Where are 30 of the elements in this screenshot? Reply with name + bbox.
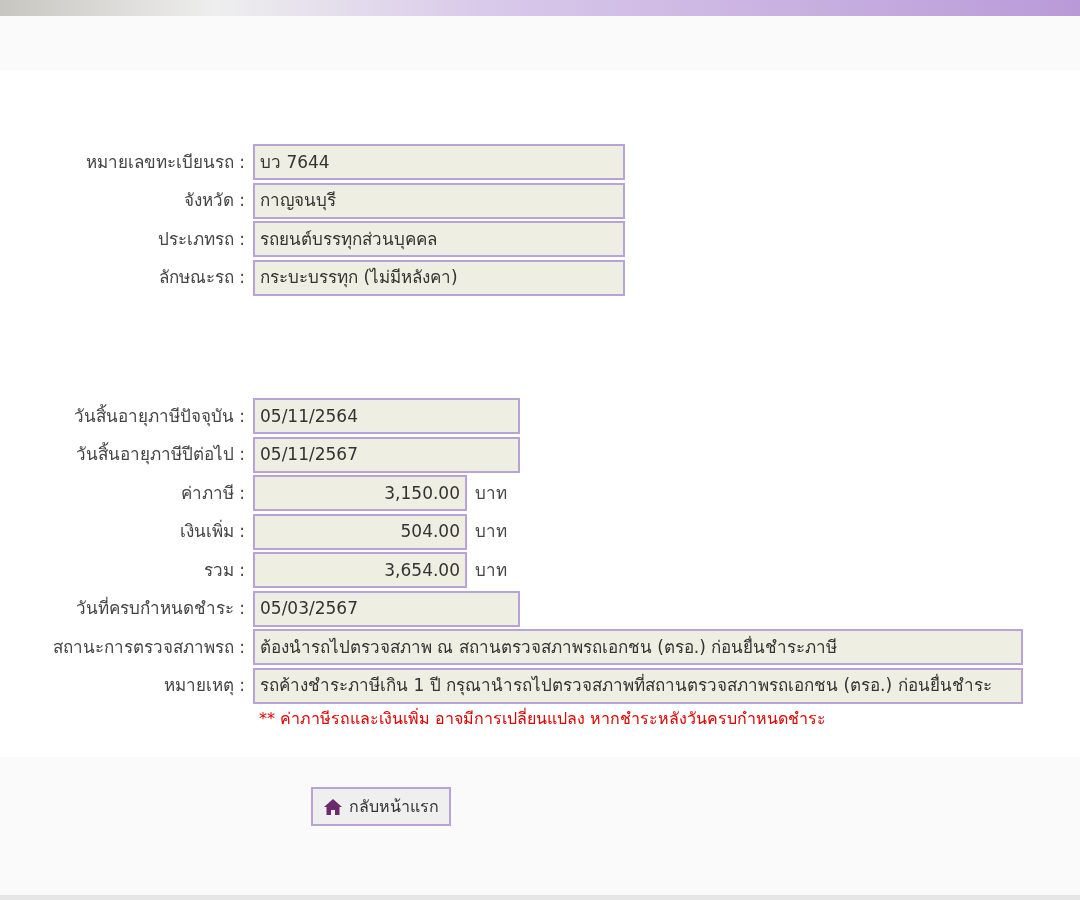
value-field: รถค้างชำระภาษีเกิน 1 ปี กรุณานำรถไปตรวจสภาพที่สถานตรวจสภาพรถเอกชน (ตรอ.) ก่อนยื่นชำระ bbox=[253, 667, 1023, 704]
value-field: 05/03/2567 bbox=[253, 590, 520, 627]
unit-label: บาท bbox=[475, 481, 507, 505]
field-label: วันสิ้นอายุภาษีปัจจุบัน : bbox=[72, 403, 246, 429]
field-label: จังหวัด : bbox=[182, 189, 246, 212]
home-icon bbox=[323, 797, 343, 816]
value-field: 3,654.00 bbox=[253, 552, 467, 589]
field-label: รวม : bbox=[202, 558, 246, 582]
home-button[interactable]: กลับหน้าแรก bbox=[311, 787, 451, 826]
value-field: 05/11/2567 bbox=[253, 436, 520, 473]
value-field: กาญจนบุรี bbox=[253, 182, 625, 219]
value-field: รถยนต์บรรทุกส่วนบุคคล bbox=[253, 221, 625, 258]
field-label: ประเภทรถ : bbox=[156, 227, 246, 251]
field-label: เงินเพิ่ม : bbox=[178, 519, 246, 543]
unit-label: บาท bbox=[475, 558, 507, 582]
value-field: 504.00 bbox=[253, 513, 467, 550]
value-field: ต้องนำรถไปตรวจสภาพ ณ สถานตรวจสภาพรถเอกชน (ตรอ.) ก่อนยื่นชำระภาษี bbox=[253, 629, 1023, 666]
field-label: วันที่ครบกำหนดชำระ : bbox=[74, 596, 246, 620]
field-label: ลักษณะรถ : bbox=[157, 266, 246, 289]
value-field: 05/11/2564 bbox=[253, 398, 520, 435]
value-field: 3,150.00 bbox=[253, 475, 467, 512]
unit-label: บาท bbox=[475, 520, 507, 543]
field-label: สถานะการตรวจสภาพรถ : bbox=[51, 635, 246, 659]
warning-note: ** ค่าภาษีรถและเงินเพิ่ม อาจมีการเปลี่ยนแปลง หากชำระหลังวันครบกำหนดชำระ bbox=[259, 709, 827, 728]
field-label: หมายเลขทะเบียนรถ : bbox=[84, 150, 246, 174]
value-field: บว 7644 bbox=[253, 144, 625, 181]
field-label: วันสิ้นอายุภาษีปีต่อไป : bbox=[74, 442, 246, 467]
value-field: กระบะบรรทุก (ไม่มีหลังคา) bbox=[253, 259, 625, 296]
field-label: หมายเหตุ : bbox=[162, 674, 246, 698]
field-label: ค่าภาษี : bbox=[179, 481, 246, 505]
